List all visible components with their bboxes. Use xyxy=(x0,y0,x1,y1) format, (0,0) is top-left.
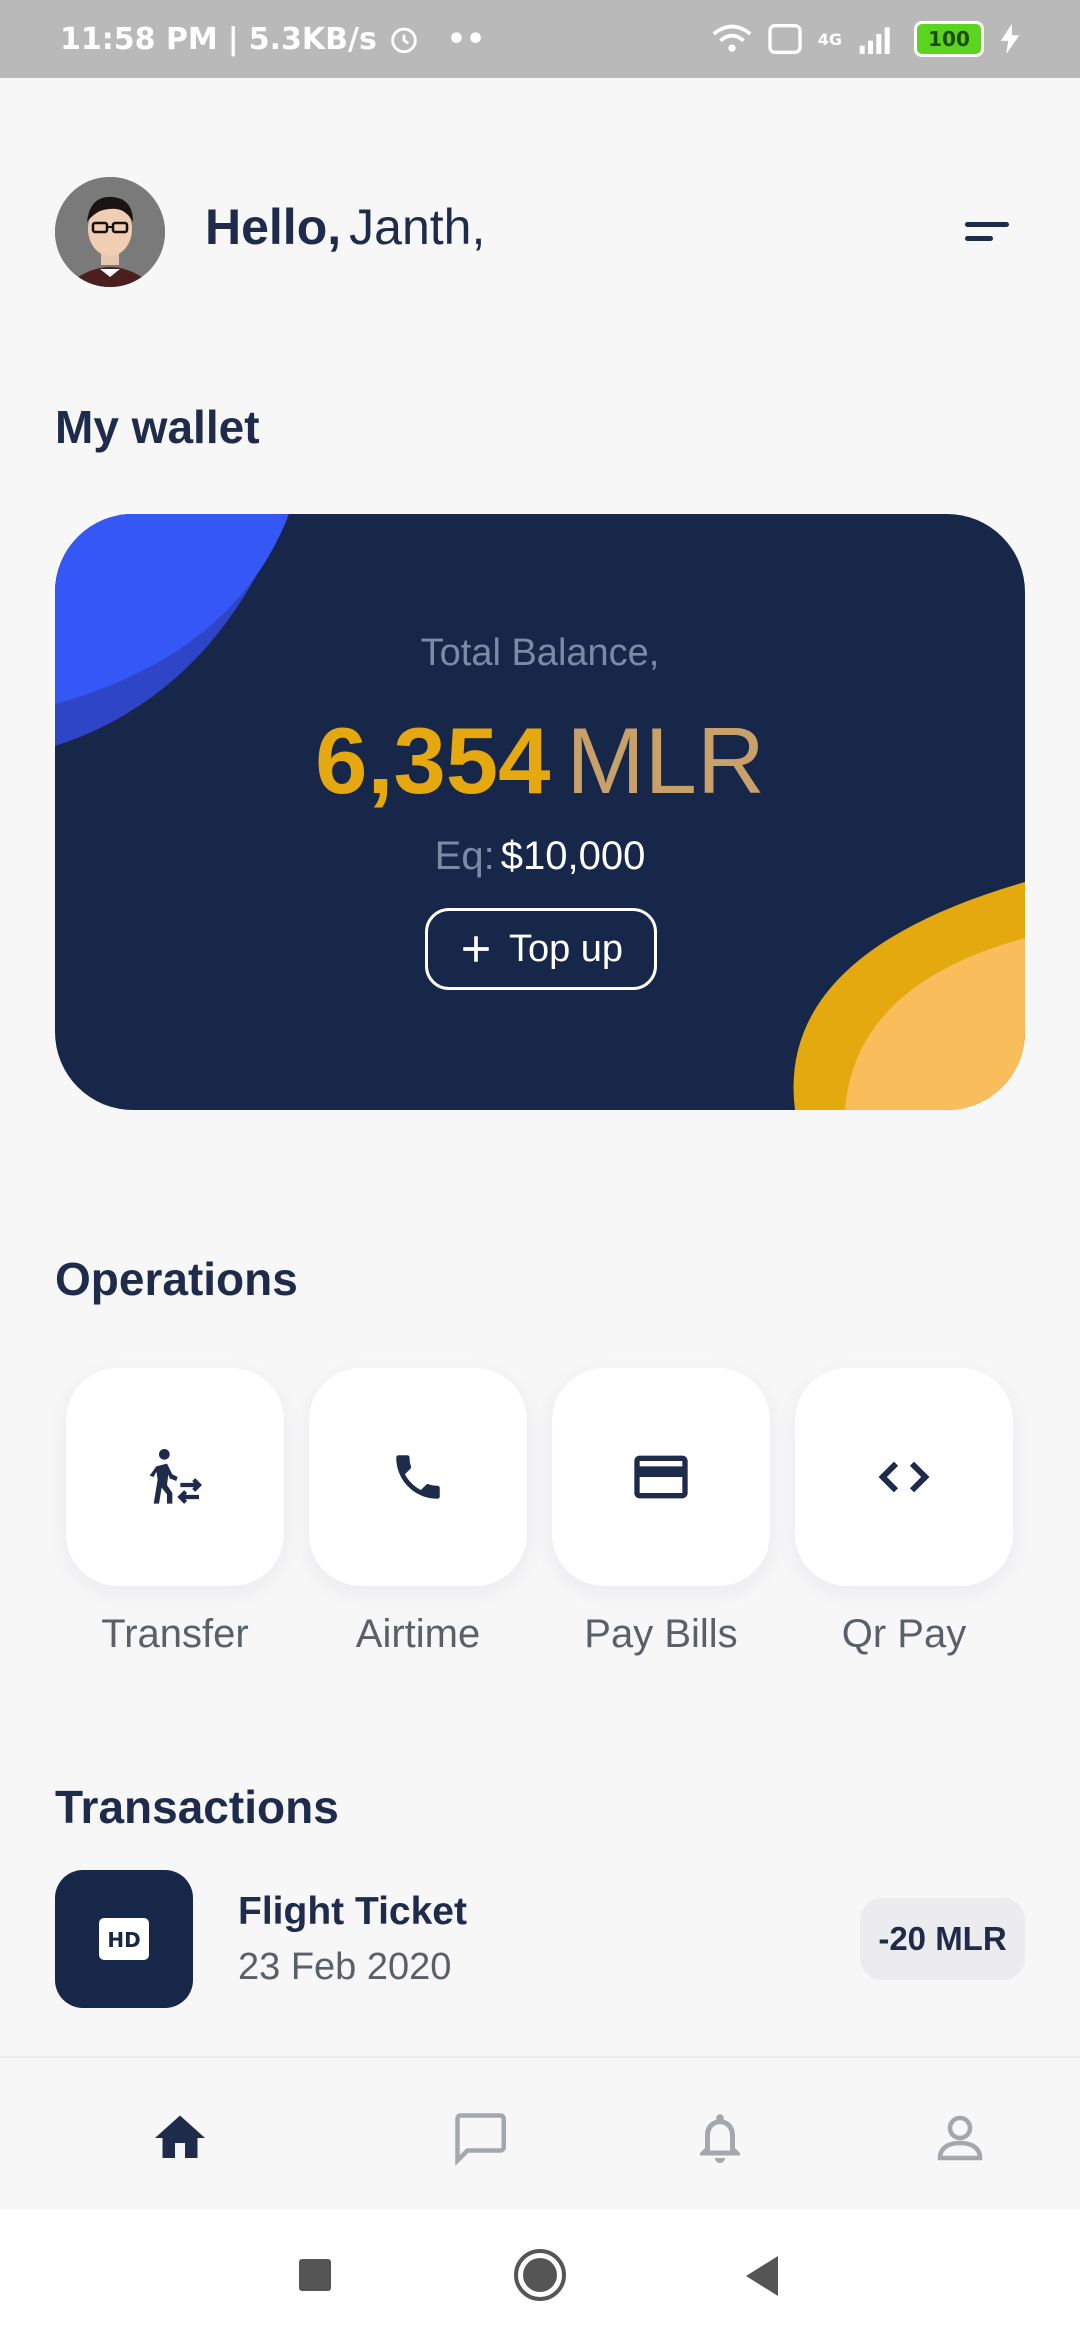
transactions-title: Transactions xyxy=(55,1781,339,1833)
system-navigation-bar xyxy=(0,2210,1080,2340)
eq-label: Eq: xyxy=(434,834,495,878)
balance-unit: MLR xyxy=(566,708,765,813)
bell-icon[interactable] xyxy=(690,2108,750,2168)
qr-pay-button[interactable] xyxy=(795,1368,1013,1586)
transfer-button[interactable] xyxy=(66,1368,284,1586)
airtime-label: Airtime xyxy=(355,1612,481,1656)
status-dots: •• xyxy=(446,21,486,57)
transaction-title[interactable]: Flight Ticket xyxy=(238,1890,467,1934)
home-system-icon[interactable] xyxy=(512,2247,568,2303)
greeting: Hello, Janth, xyxy=(205,198,485,256)
profile-icon[interactable] xyxy=(930,2108,990,2168)
volte-icon xyxy=(768,24,802,54)
avatar-image xyxy=(55,177,165,287)
code-icon xyxy=(878,1461,930,1493)
alarm-icon xyxy=(391,27,417,54)
wallet-title: My wallet xyxy=(55,401,260,453)
transaction-date: 23 Feb 2020 xyxy=(238,1946,452,1988)
bottom-navigation xyxy=(0,2056,1080,2212)
eq-value: $10,000 xyxy=(500,834,646,878)
home-icon[interactable] xyxy=(150,2108,210,2168)
transfer-icon xyxy=(149,1449,203,1504)
status-speed: 5.3KB/s xyxy=(248,21,377,57)
top-up-button[interactable]: Top up xyxy=(425,908,657,990)
back-icon[interactable] xyxy=(742,2254,782,2298)
phone-icon xyxy=(396,1455,440,1499)
status-bar: 11:58 PM | 5.3KB/s •• 4G 100 xyxy=(0,0,1080,78)
hd-icon-text: HD xyxy=(107,1928,140,1952)
chat-icon[interactable] xyxy=(450,2108,510,2168)
pay-bills-label: Pay Bills xyxy=(584,1612,738,1656)
credit-card-icon xyxy=(634,1455,688,1499)
network-type: 4G xyxy=(817,29,842,49)
charging-icon xyxy=(1000,24,1020,54)
transaction-amount-badge: -20 MLR xyxy=(860,1898,1025,1980)
balance-label: Total Balance, xyxy=(420,632,660,674)
balance-row: 6,354 MLR xyxy=(55,714,1025,808)
recent-apps-icon[interactable] xyxy=(297,2257,333,2293)
wallet-card: Total Balance, 6,354 MLR Eq: $10,000 Top u… xyxy=(55,514,1025,1110)
equivalent-row: Eq: $10,000 xyxy=(55,834,1025,879)
avatar[interactable] xyxy=(55,177,165,287)
balance-amount: 6,354 xyxy=(315,708,551,813)
operations-title: Operations xyxy=(55,1253,298,1305)
menu-icon[interactable] xyxy=(965,218,1013,246)
battery-indicator: 100 xyxy=(914,21,984,57)
transfer-label: Transfer xyxy=(101,1612,249,1656)
top-up-label: Top up xyxy=(508,927,624,970)
status-time: 11:58 PM xyxy=(60,21,218,57)
hd-icon: HD xyxy=(99,1918,149,1960)
user-name: Janth, xyxy=(349,199,486,255)
airtime-button[interactable] xyxy=(309,1368,527,1586)
transaction-icon-box: HD xyxy=(55,1870,193,2008)
wifi-icon xyxy=(712,24,752,52)
signal-icon xyxy=(859,27,890,54)
pay-bills-button[interactable] xyxy=(552,1368,770,1586)
qr-pay-label: Qr Pay xyxy=(841,1612,967,1656)
plus-icon xyxy=(463,936,489,962)
greeting-hello: Hello, xyxy=(205,199,342,255)
